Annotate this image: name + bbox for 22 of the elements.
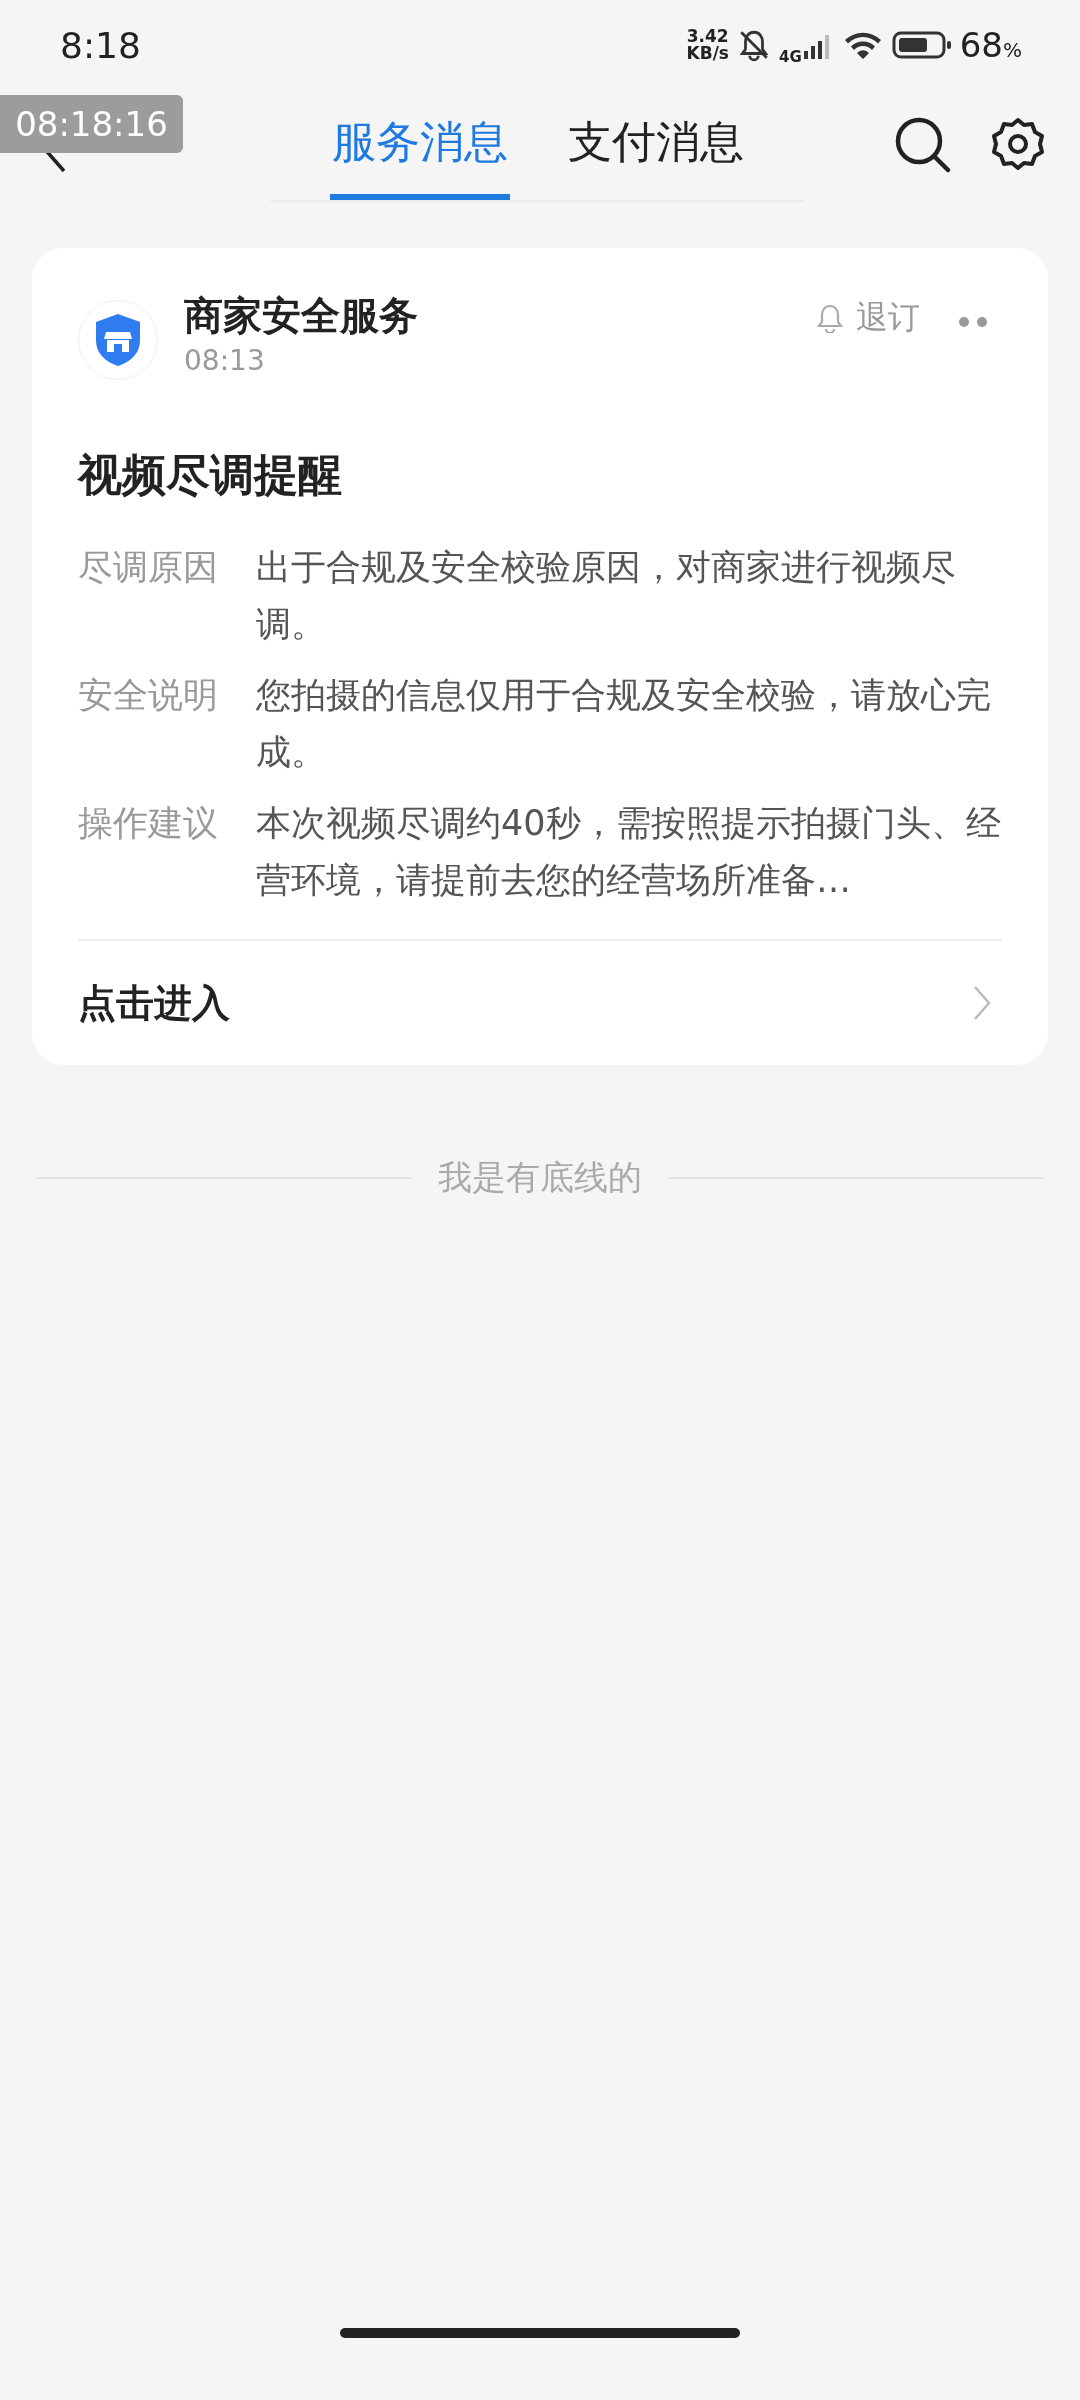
field-value: 出于合规及安全校验原因，对商家进行视频尽调。: [256, 546, 957, 646]
end-of-list-text: 我是有底线的: [438, 1156, 642, 1199]
field-label: 尽调原因: [78, 546, 219, 589]
status-time: 8:18: [60, 24, 141, 66]
tab[interactable]: 支付消息: [565, 90, 746, 200]
battery-percent: 68%: [959, 25, 1022, 65]
tab[interactable]: 服务消息: [329, 90, 510, 200]
field-value: 您拍摄的信息仅用于合规及安全校验，请放心完成。: [256, 674, 992, 774]
timestamp-toast: 08:18:16: [0, 95, 183, 153]
message-time: 08:13: [184, 344, 266, 377]
more-icon[interactable]: [958, 316, 988, 328]
battery-icon: [891, 30, 952, 60]
bell-icon: [816, 303, 844, 333]
field-label: 安全说明: [78, 674, 219, 717]
enter-link[interactable]: 点击进入: [78, 939, 1002, 1065]
field-value: 本次视频尽调约40秒，需按照提示拍摄门头、经营环境，请提前去您的经营场所准备…: [256, 802, 1002, 902]
field-label: 操作建议: [78, 802, 219, 845]
network-type: 4G: [778, 48, 802, 66]
settings-icon[interactable]: [990, 116, 1046, 172]
sender-name: 商家安全服务: [184, 292, 419, 340]
message-title: 视频尽调提醒: [78, 448, 343, 502]
network-speed: 3.42 KB/s: [686, 28, 729, 62]
